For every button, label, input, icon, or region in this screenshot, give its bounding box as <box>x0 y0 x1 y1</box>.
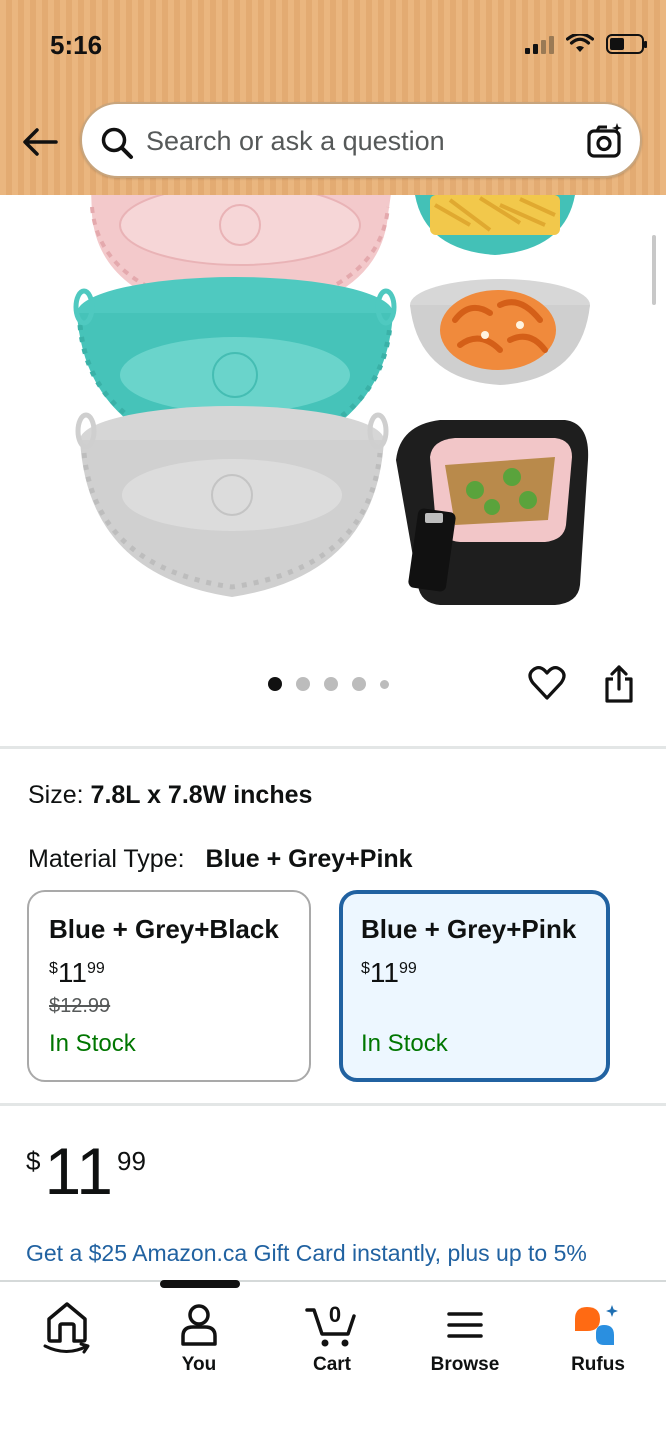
bottom-navigation: You 0 Cart Browse Rufus <box>0 1280 666 1440</box>
wishlist-button[interactable] <box>528 664 566 707</box>
cellular-signal-icon <box>525 34 554 54</box>
carousel-dot[interactable] <box>268 677 282 691</box>
shrimp-bowl-image <box>410 279 590 385</box>
status-icons <box>525 34 647 54</box>
search-input[interactable] <box>146 118 566 164</box>
status-time: 5:16 <box>50 30 103 60</box>
price-symbol: $ <box>26 1146 41 1176</box>
air-fryer-basket-image <box>396 420 589 605</box>
variant-option-blue-grey-black[interactable]: Blue + Grey+Black $ 11 99 $12.99 In Stoc… <box>27 890 311 1082</box>
share-icon <box>605 665 633 703</box>
material-label: Material Type: <box>28 845 185 873</box>
nav-cart-label: Cart <box>312 1354 351 1375</box>
gift-card-promo-link[interactable]: Get a $25 Amazon.ca Gift Card instantly,… <box>26 1236 636 1280</box>
variant-name: Blue + Grey+Black <box>49 914 279 944</box>
search-bar[interactable] <box>80 102 642 178</box>
nav-browse-label: Browse <box>430 1354 500 1375</box>
nav-cart[interactable]: 0 Cart <box>277 1298 387 1376</box>
price-whole: 11 <box>44 1134 113 1208</box>
material-value: Blue + Grey+Pink <box>205 845 413 873</box>
nav-you[interactable]: You <box>144 1298 254 1376</box>
back-arrow-icon <box>23 128 58 156</box>
product-illustration <box>73 195 590 605</box>
variant-name: Blue + Grey+Pink <box>361 914 577 944</box>
variant-price: $ 11 99 <box>49 957 105 988</box>
camera-search-icon[interactable] <box>586 122 624 160</box>
cart-count-badge: 0 <box>329 1302 341 1327</box>
size-value: 7.8L x 7.8W inches <box>90 781 313 809</box>
carousel-dot[interactable] <box>296 677 310 691</box>
cart-icon: 0 <box>305 1302 356 1347</box>
grey-liner-image <box>75 406 389 597</box>
variant-stock-status: In Stock <box>361 1030 448 1057</box>
product-image[interactable] <box>0 195 666 635</box>
heart-icon <box>528 666 566 700</box>
person-icon <box>181 1304 217 1346</box>
variant-option-blue-grey-pink[interactable]: Blue + Grey+Pink $ 11 99 In Stock <box>339 890 610 1082</box>
nav-rufus-label: Rufus <box>571 1354 625 1375</box>
fries-bowl-image <box>415 195 575 255</box>
scroll-indicator <box>652 235 656 305</box>
material-selection: Material Type: Blue + Grey+Pink <box>28 845 413 874</box>
home-icon <box>43 1302 90 1354</box>
price-cents: 99 <box>116 1146 146 1176</box>
rufus-icon <box>575 1305 618 1345</box>
share-button[interactable] <box>603 664 635 709</box>
carousel-dot[interactable] <box>352 677 366 691</box>
section-divider <box>0 1103 666 1106</box>
carousel-dot[interactable] <box>324 677 338 691</box>
carousel-dot[interactable] <box>380 679 389 689</box>
size-selection: Size: 7.8L x 7.8W inches <box>28 781 312 810</box>
nav-rufus[interactable]: Rufus <box>543 1298 653 1376</box>
back-button[interactable] <box>20 122 60 162</box>
variant-price: $ 11 99 <box>361 957 417 988</box>
menu-icon <box>447 1312 483 1338</box>
app-header: 5:16 <box>0 0 666 195</box>
wifi-icon <box>566 34 594 52</box>
nav-browse[interactable]: Browse <box>410 1298 520 1376</box>
section-divider <box>0 746 666 749</box>
product-price: $ 11 99 <box>26 1138 146 1204</box>
nav-home[interactable] <box>12 1298 122 1354</box>
variant-stock-status: In Stock <box>49 1030 136 1057</box>
variant-list-price: $12.99 <box>49 995 111 1017</box>
search-icon <box>101 127 133 159</box>
size-label: Size: <box>28 781 84 809</box>
carousel-dots[interactable] <box>268 677 389 691</box>
battery-icon <box>606 34 647 54</box>
active-tab-indicator <box>160 1280 240 1288</box>
nav-you-label: You <box>181 1354 217 1375</box>
